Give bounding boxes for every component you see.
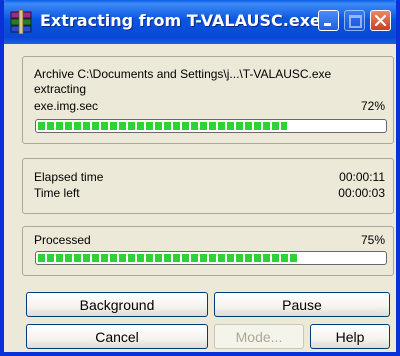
archive-path: Archive C:\Documents and Settings\j...\T…	[34, 67, 332, 81]
minimize-icon[interactable]	[318, 10, 339, 31]
file-percent: 72%	[360, 99, 385, 113]
close-icon[interactable]	[370, 10, 391, 31]
background-button[interactable]: Background	[26, 292, 208, 317]
timing-panel: Elapsed time 00:00:11 Time left 00:00:03	[22, 158, 394, 214]
file-progress-fill	[38, 122, 287, 130]
elapsed-time-label: Elapsed time	[34, 170, 104, 184]
time-left-value: 00:00:03	[338, 186, 385, 200]
current-file-name: exe.img.sec	[34, 99, 99, 113]
processed-progress-bar	[35, 251, 387, 265]
mode-button: Mode...	[214, 324, 304, 349]
window-title: Extracting from T-VALAUSC.exe	[40, 11, 321, 30]
file-progress-bar	[35, 119, 387, 133]
help-button[interactable]: Help	[310, 324, 390, 349]
cancel-button[interactable]: Cancel	[26, 324, 208, 349]
maximize-icon[interactable]	[344, 10, 365, 31]
elapsed-time-value: 00:00:11	[339, 170, 385, 184]
time-left-label: Time left	[34, 186, 80, 200]
archive-panel: Archive C:\Documents and Settings\j...\T…	[22, 56, 394, 144]
pause-button[interactable]: Pause	[214, 292, 390, 317]
processed-progress-fill	[38, 254, 298, 262]
winrar-books-icon	[10, 9, 32, 35]
processed-percent: 75%	[360, 233, 385, 247]
processed-label: Processed	[34, 233, 91, 247]
extract-dialog: Extracting from T-VALAUSC.exe Archive C:…	[0, 0, 400, 356]
processed-panel: Processed 75%	[22, 226, 394, 276]
action-label: extracting	[34, 82, 87, 96]
title-bar[interactable]: Extracting from T-VALAUSC.exe	[4, 0, 396, 44]
